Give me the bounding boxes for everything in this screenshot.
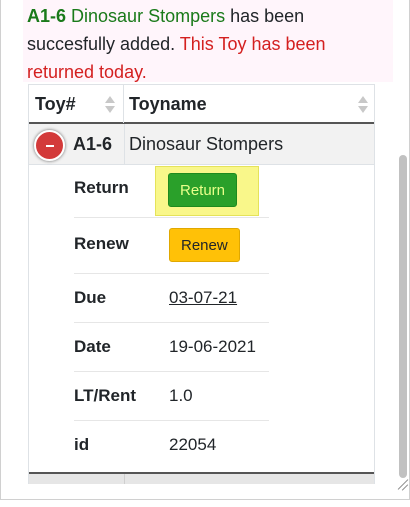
date-value: 19-06-2021 [169, 337, 256, 356]
column-header-label: Toyname [129, 94, 207, 114]
due-date-link[interactable]: 03-07-21 [169, 288, 237, 308]
detail-label: Renew [74, 234, 129, 253]
row-toy-name: Dinosaur Stompers [129, 134, 284, 154]
detail-label: Date [74, 337, 111, 356]
id-value: 22054 [169, 435, 217, 454]
resize-grip-icon[interactable] [394, 477, 408, 491]
lt-rent-value: 1.0 [169, 386, 193, 405]
renew-button[interactable]: Renew [169, 228, 240, 262]
detail-date: Date 19-06-2021 [74, 323, 269, 372]
collapse-row-icon[interactable] [34, 130, 65, 161]
detail-label: id [74, 435, 90, 454]
detail-return: Return Return [74, 166, 269, 218]
detail-label: Due [74, 288, 107, 307]
row-toy-id: A1-6 [73, 134, 113, 154]
table-header: Toy# Toyname [29, 84, 374, 124]
column-divider [124, 474, 125, 484]
alert-toy-name: Dinosaur Stompers [71, 6, 226, 26]
toy-panel: A1-6 Dinosaur Stompers has been succesfu… [0, 0, 410, 500]
status-message: A1-6 Dinosaur Stompers has been succesfu… [23, 0, 393, 82]
alert-toy-code: A1-6 [27, 6, 67, 26]
column-header-label: Toy# [35, 94, 76, 114]
detail-due: Due 03-07-21 [74, 274, 269, 323]
table-row[interactable]: A1-6 Dinosaur Stompers [29, 124, 374, 165]
table-footer [29, 472, 374, 484]
sort-icon[interactable] [105, 96, 115, 114]
sort-icon[interactable] [358, 96, 368, 114]
detail-lt-rent: LT/Rent 1.0 [74, 372, 269, 421]
column-divider [124, 124, 125, 165]
detail-renew: Renew Renew [74, 218, 269, 274]
vertical-scrollbar[interactable] [399, 155, 407, 478]
toy-table: Toy# Toyname A1-6 Dinosaur Stompers Retu… [28, 84, 375, 484]
detail-label: LT/Rent [74, 386, 137, 405]
column-header-toy-number[interactable]: Toy# [29, 85, 124, 123]
detail-label: Return [74, 178, 129, 197]
return-button[interactable]: Return [168, 173, 238, 207]
detail-id: id 22054 [74, 421, 269, 470]
column-header-toyname[interactable]: Toyname [124, 85, 374, 123]
